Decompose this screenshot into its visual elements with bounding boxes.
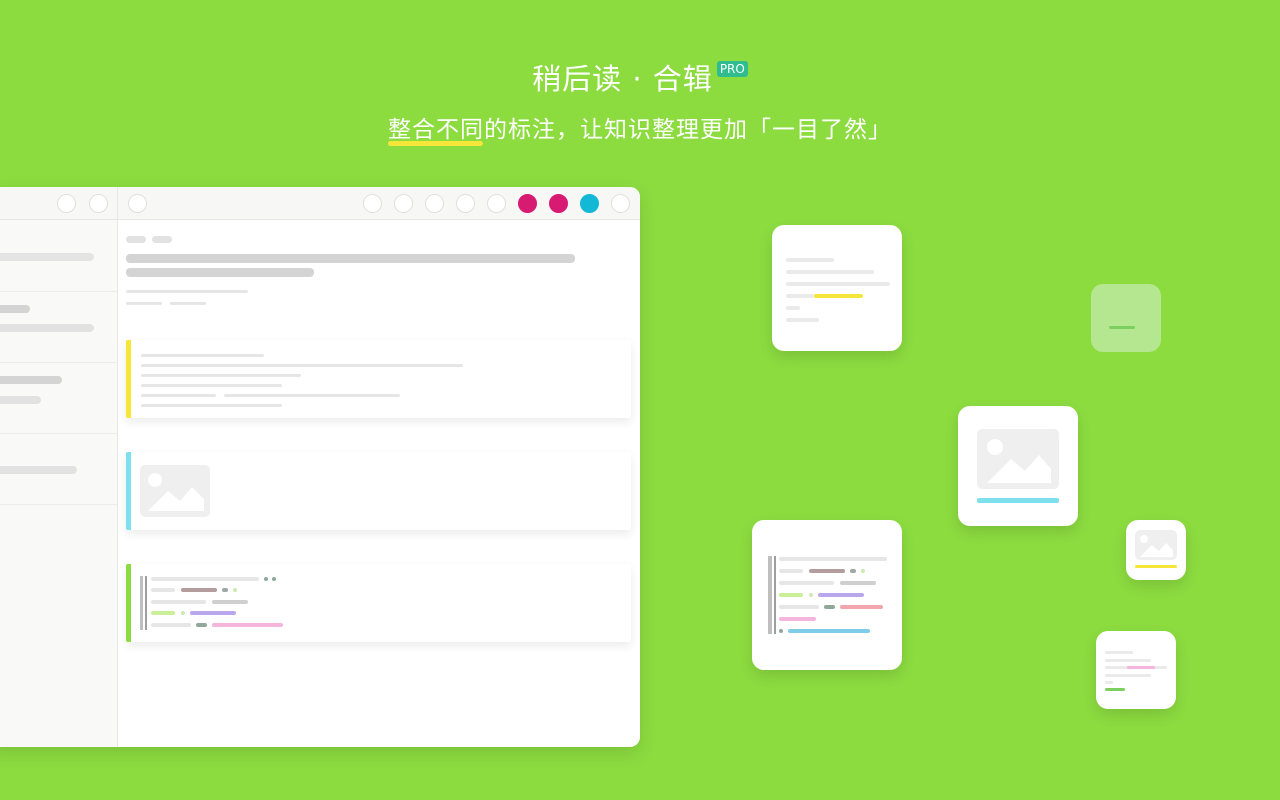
code-snippet-tile[interactable] — [752, 520, 902, 670]
tag-magenta-button[interactable] — [518, 194, 537, 213]
toolbar-circle-button[interactable] — [128, 194, 147, 213]
toolbar-circle-button[interactable] — [89, 194, 108, 213]
tag-cyan-button[interactable] — [580, 194, 599, 213]
toolbar-circle-button[interactable] — [456, 194, 475, 213]
text-snippet-tile[interactable] — [772, 225, 902, 351]
image-placeholder-icon — [977, 429, 1059, 489]
small-image-snippet-tile[interactable] — [1126, 520, 1186, 580]
subtitle-highlight-underline — [388, 141, 483, 146]
toolbar-circle-button[interactable] — [487, 194, 506, 213]
code-gutter — [140, 576, 143, 630]
toolbar-circle-button[interactable] — [611, 194, 630, 213]
window-titlebar — [0, 187, 640, 220]
image-snippet-tile[interactable] — [958, 406, 1078, 526]
toolbar-circle-button[interactable] — [425, 194, 444, 213]
small-text-snippet-tile[interactable] — [1096, 631, 1176, 709]
tag-magenta-button[interactable] — [549, 194, 568, 213]
sidebar-item[interactable] — [0, 362, 117, 434]
toolbar-circle-button[interactable] — [363, 194, 382, 213]
headline: 稍后读 · 合辑 PRO — [0, 56, 1280, 98]
toolbar-circle-button[interactable] — [57, 194, 76, 213]
sidebar-item[interactable] — [0, 291, 117, 363]
image-highlight-card[interactable] — [126, 452, 631, 530]
faded-snippet-tile[interactable] — [1091, 284, 1161, 352]
toolbar-circle-button[interactable] — [394, 194, 413, 213]
image-placeholder-icon — [1135, 530, 1177, 560]
pro-badge: PRO — [716, 61, 748, 77]
sidebar-item[interactable] — [0, 220, 117, 292]
code-highlight-card[interactable] — [126, 564, 631, 642]
sidebar-item[interactable] — [0, 433, 117, 505]
subtitle: 整合不同的标注，让知识整理更加「一目了然」 — [388, 117, 892, 143]
headline-title: 稍后读 · 合辑 — [532, 62, 713, 96]
app-window-mockup — [0, 187, 640, 747]
image-placeholder-icon — [140, 465, 210, 517]
text-highlight-card[interactable] — [126, 340, 631, 418]
toolbar-divider — [117, 187, 118, 219]
sidebar — [0, 220, 118, 747]
